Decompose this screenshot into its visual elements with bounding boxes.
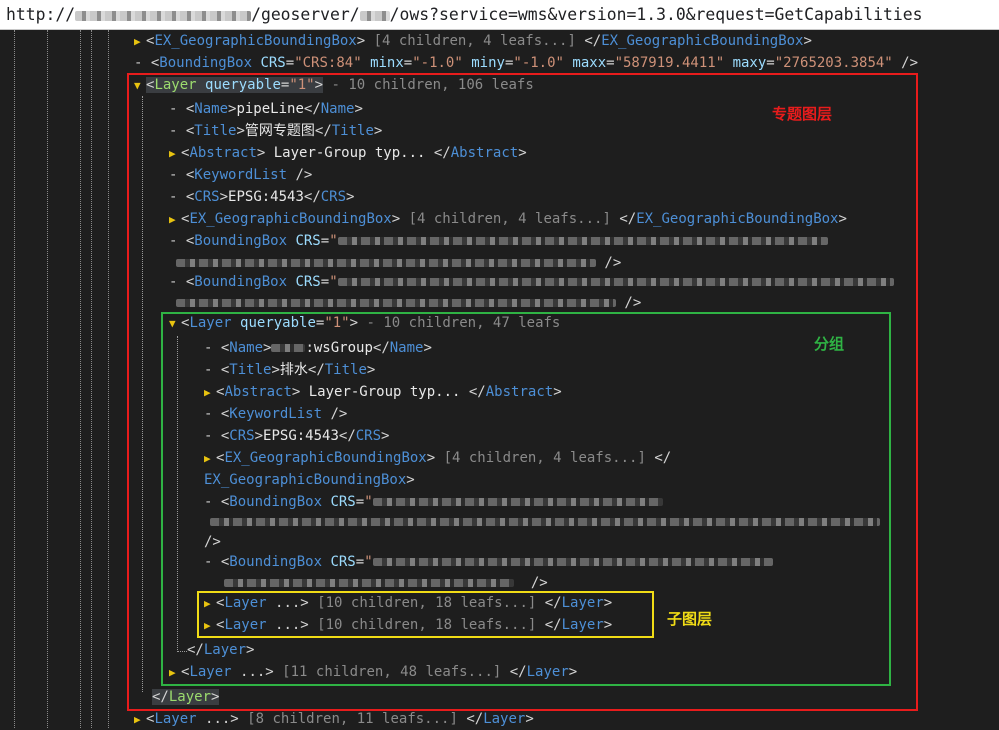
xml-line-ex-bbox: ▶ <EX_GeographicBoundingBox> [4 children,… [204,448,671,468]
annotation-sublayer: 子图层 [667,610,713,628]
indent-guide [108,30,109,728]
collapse-arrow-icon[interactable]: ▼ [169,314,181,334]
expand-arrow-icon[interactable]: ▶ [134,710,146,730]
xml-line-title: - <Title>管网专题图</Title> [169,123,383,139]
redacted-bbox-values [224,579,514,587]
xml-line-sublayer: ▶ <Layer ...> [10 children, 18 leafs...] … [204,615,612,635]
xml-line-bbox: - <BoundingBox CRS=" [204,552,773,572]
redacted-bbox-values [176,259,596,267]
redacted-bbox-values [176,299,616,307]
redacted-workspace [359,10,390,21]
xml-line-name: - <Name>:wsGroup</Name> [204,340,432,356]
redacted-bbox-values [337,237,828,245]
xml-line-bbox: - <BoundingBox CRS=" [204,492,663,512]
expand-arrow-icon[interactable]: ▶ [169,663,181,683]
xml-line-ex-bbox: ▶ <EX_GeographicBoundingBox> [4 children,… [169,209,847,229]
expand-arrow-icon[interactable]: ▶ [169,210,181,230]
xml-line-layer: ▶ <Layer ...> [8 children, 11 leafs...] <… [134,709,534,729]
xml-line-bbox-close: /> [204,534,221,550]
xml-line-bbox-cont: /> [176,293,641,313]
redacted-bbox-values [372,498,663,506]
expand-arrow-icon[interactable]: ▶ [204,594,216,614]
annotation-topic-layer: 专题图层 [772,105,833,123]
xml-line-crs: - <CRS>EPSG:4543</CRS> [204,428,390,444]
xml-line-bbox: - <BoundingBox CRS=" [169,272,894,292]
xml-line-abstract: ▶ <Abstract> Layer-Group typ... </Abstrac… [204,382,562,402]
indent-guide [47,30,48,728]
redacted-host [75,10,252,21]
xml-line-bbox: - <BoundingBox CRS=" [169,231,828,251]
xml-line-sublayer: ▶ <Layer ...> [10 children, 18 leafs...] … [204,593,612,613]
xml-line-crs: - <CRS>EPSG:4543</CRS> [169,189,355,205]
indent-guide [91,30,92,728]
xml-line-ex-bbox-close: EX_GeographicBoundingBox> [204,472,415,488]
expand-arrow-icon[interactable]: ▶ [204,449,216,469]
url-query: /ows?service=wms&version=1.3.0&request=G… [389,5,923,24]
indent-guide [80,30,81,728]
xml-line-name: - <Name>pipeLine</Name> [169,101,363,117]
xml-line-bbox-cont: /> [224,573,548,593]
redacted-workspace [271,344,306,352]
redacted-bbox-values [372,558,773,566]
xml-line-keywordlist: - <KeywordList /> [204,406,348,422]
xml-line-bbox-cont [210,512,880,532]
redacted-bbox-values [210,518,880,526]
xml-line-ex-bbox: ▶ <EX_GeographicBoundingBox> [4 children,… [134,31,812,51]
expand-arrow-icon[interactable]: ▶ [204,383,216,403]
collapse-arrow-icon[interactable]: ▼ [134,76,146,96]
xml-line-bbox-crs84: - <BoundingBox CRS="CRS:84" minx="-1.0" … [134,55,919,71]
redacted-bbox-values [337,278,894,286]
xml-line-title: - <Title>排水</Title> [204,362,376,378]
xml-line-keywordlist: - <KeywordList /> [169,167,313,183]
expand-arrow-icon[interactable]: ▶ [169,144,181,164]
url-geoserver-path: /geoserver/ [251,5,360,24]
xml-line-layer-close: </Layer> [152,689,220,705]
xml-line-layer-open: ▼ <Layer queryable="1"> - 10 children, 10… [134,75,534,95]
xml-line-layer-close: </Layer> [187,642,255,658]
xml-line-layer: ▶ <Layer ...> [11 children, 48 leafs...] … [169,662,577,682]
xml-line-layer-group-open: ▼ <Layer queryable="1"> - 10 children, 47… [169,313,560,333]
address-bar[interactable]: http:// /geoserver/ /ows?service=wms&versi… [0,0,999,30]
expand-arrow-icon[interactable]: ▶ [134,32,146,52]
url-prefix: http:// [6,5,76,24]
indent-guide [14,30,15,728]
expand-arrow-icon[interactable]: ▶ [204,616,216,636]
xml-line-bbox-cont: /> [176,253,621,273]
annotation-group: 分组 [814,335,845,353]
xml-line-abstract: ▶ <Abstract> Layer-Group typ... </Abstrac… [169,143,527,163]
